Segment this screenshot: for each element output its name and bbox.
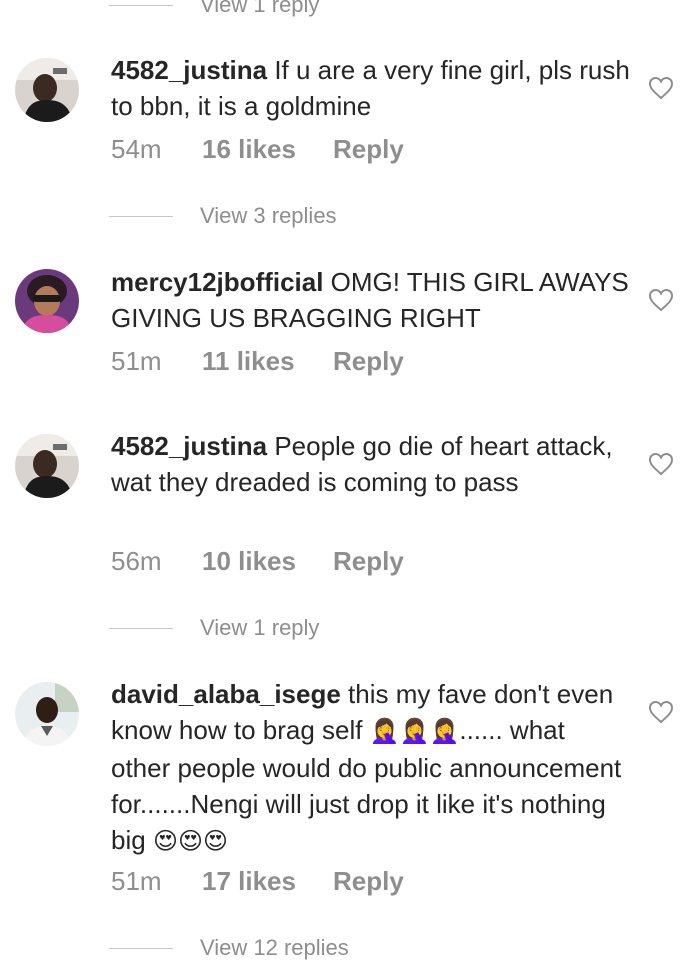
comment-time: 51m — [111, 866, 162, 896]
heart-icon[interactable] — [648, 288, 674, 312]
view-replies-label[interactable]: View 12 replies — [200, 935, 349, 961]
view-replies-label[interactable]: View 1 reply — [200, 0, 319, 18]
comment-meta: 51m 17 likes Reply — [111, 866, 404, 897]
divider-line — [109, 627, 173, 629]
comment-body: 4582_justina If u are a very fine girl, … — [111, 52, 631, 124]
reply-button[interactable]: Reply — [333, 134, 404, 165]
view-replies-4[interactable]: View 12 replies — [109, 933, 349, 963]
facepalm-emoji: 🤦‍♀️🤦‍♀️🤦‍♀️ — [369, 718, 460, 745]
comment-body: mercy12jbofficial OMG! THIS GIRL AWAYS G… — [111, 264, 631, 336]
comment-body: david_alaba_isege this my fave don't eve… — [111, 676, 631, 860]
comment-username[interactable]: 4582_justina — [111, 431, 267, 461]
view-replies-label[interactable]: View 1 reply — [200, 615, 319, 641]
heart-icon[interactable] — [648, 700, 674, 724]
avatar[interactable] — [15, 269, 79, 333]
heart-eyes-emoji: 😍😍😍 — [152, 828, 228, 855]
comment-body: 4582_justina People go die of heart atta… — [111, 428, 631, 500]
reply-button[interactable]: Reply — [333, 346, 404, 377]
comment-username[interactable]: david_alaba_isege — [111, 679, 341, 709]
view-replies-label[interactable]: View 3 replies — [200, 203, 337, 229]
comment-likes[interactable]: 16 likes — [202, 134, 333, 165]
comment-likes[interactable]: 17 likes — [202, 866, 333, 897]
divider-line — [109, 215, 173, 217]
comment-meta: 54m 16 likes Reply — [111, 134, 404, 165]
comment-meta: 56m 10 likes Reply — [111, 546, 404, 577]
comment-likes[interactable]: 11 likes — [202, 346, 333, 377]
comment-meta: 51m 11 likes Reply — [111, 346, 404, 377]
comment-time: 51m — [111, 346, 162, 376]
view-replies-3[interactable]: View 1 reply — [109, 613, 319, 643]
heart-icon[interactable] — [648, 452, 674, 476]
reply-button[interactable]: Reply — [333, 866, 404, 897]
avatar[interactable] — [15, 682, 79, 746]
view-replies-1[interactable]: View 3 replies — [109, 201, 337, 231]
comment-likes[interactable]: 10 likes — [202, 546, 333, 577]
divider-line — [109, 947, 173, 949]
comment-username[interactable]: mercy12jbofficial — [111, 267, 323, 297]
view-replies-top[interactable]: View 1 reply — [109, 0, 319, 20]
reply-button[interactable]: Reply — [333, 546, 404, 577]
comment-time: 54m — [111, 134, 162, 164]
avatar[interactable] — [15, 58, 79, 122]
divider-line — [109, 4, 173, 6]
comment-time: 56m — [111, 546, 162, 576]
heart-icon[interactable] — [648, 76, 674, 100]
avatar[interactable] — [15, 434, 79, 498]
comment-username[interactable]: 4582_justina — [111, 55, 267, 85]
